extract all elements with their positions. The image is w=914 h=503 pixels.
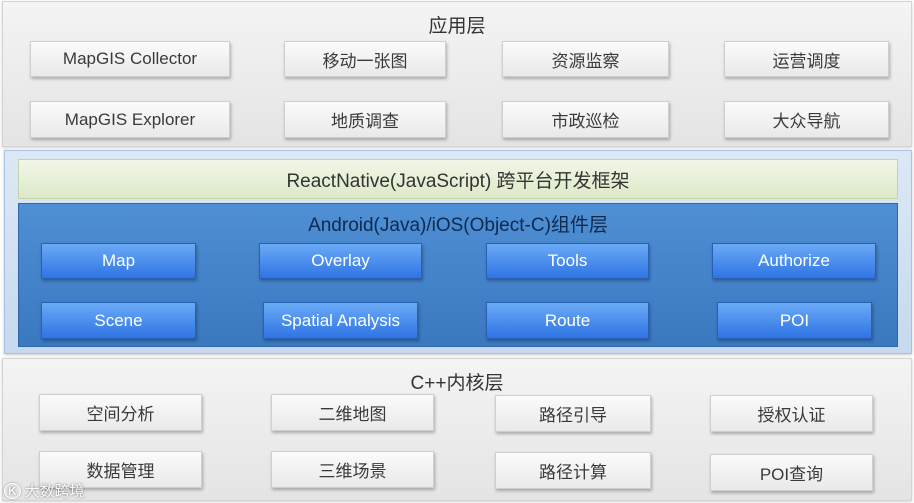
app-item-resource-monitor: 资源监察 — [502, 41, 669, 77]
framework-panel: ReactNative(JavaScript) 跨平台开发框架 Android(… — [4, 150, 912, 354]
component-overlay: Overlay — [259, 243, 422, 279]
app-item-mapgis-explorer: MapGIS Explorer — [30, 101, 230, 138]
core-layer-title: C++内核层 — [410, 373, 504, 394]
app-layer-panel: 应用层 MapGIS Collector 移动一张图 资源监察 运营调度 Map… — [2, 1, 912, 147]
app-item-municipal-inspection: 市政巡检 — [502, 101, 669, 138]
watermark-text: 大数跨境 — [24, 483, 85, 500]
component-tools: Tools — [486, 243, 649, 279]
core-item-3d-scene: 三维场景 — [271, 451, 434, 488]
app-item-operations-dispatch: 运营调度 — [724, 41, 889, 77]
component-layer-title: Android(Java)/iOS(Object-C)组件层 — [308, 215, 608, 236]
watermark-logo-icon: K — [4, 482, 21, 499]
app-item-public-navigation: 大众导航 — [724, 101, 889, 138]
core-item-route-calculation: 路径计算 — [495, 452, 651, 489]
app-item-mapgis-collector: MapGIS Collector — [30, 41, 230, 77]
component-map: Map — [41, 243, 196, 279]
core-item-route-guidance: 路径引导 — [495, 395, 651, 432]
app-layer-title: 应用层 — [428, 16, 486, 37]
core-item-spatial-analysis: 空间分析 — [39, 394, 202, 431]
component-spatial-analysis: Spatial Analysis — [263, 302, 418, 339]
core-layer-panel: C++内核层 空间分析 二维地图 路径引导 授权认证 数据管理 三维场景 路径计… — [2, 358, 912, 501]
framework-band: ReactNative(JavaScript) 跨平台开发框架 — [18, 159, 898, 199]
component-scene: Scene — [41, 302, 196, 339]
app-item-mobile-map: 移动一张图 — [284, 41, 446, 77]
core-item-poi-query: POI查询 — [710, 454, 873, 491]
app-item-geological-survey: 地质调查 — [284, 101, 446, 138]
component-layer-panel: Android(Java)/iOS(Object-C)组件层 Map Overl… — [18, 203, 898, 347]
component-authorize: Authorize — [712, 243, 876, 279]
component-poi: POI — [717, 302, 872, 339]
component-route: Route — [486, 302, 649, 339]
watermark: K 大数跨境 — [4, 480, 85, 501]
core-item-authorization: 授权认证 — [710, 395, 873, 432]
core-item-2d-map: 二维地图 — [271, 394, 434, 431]
